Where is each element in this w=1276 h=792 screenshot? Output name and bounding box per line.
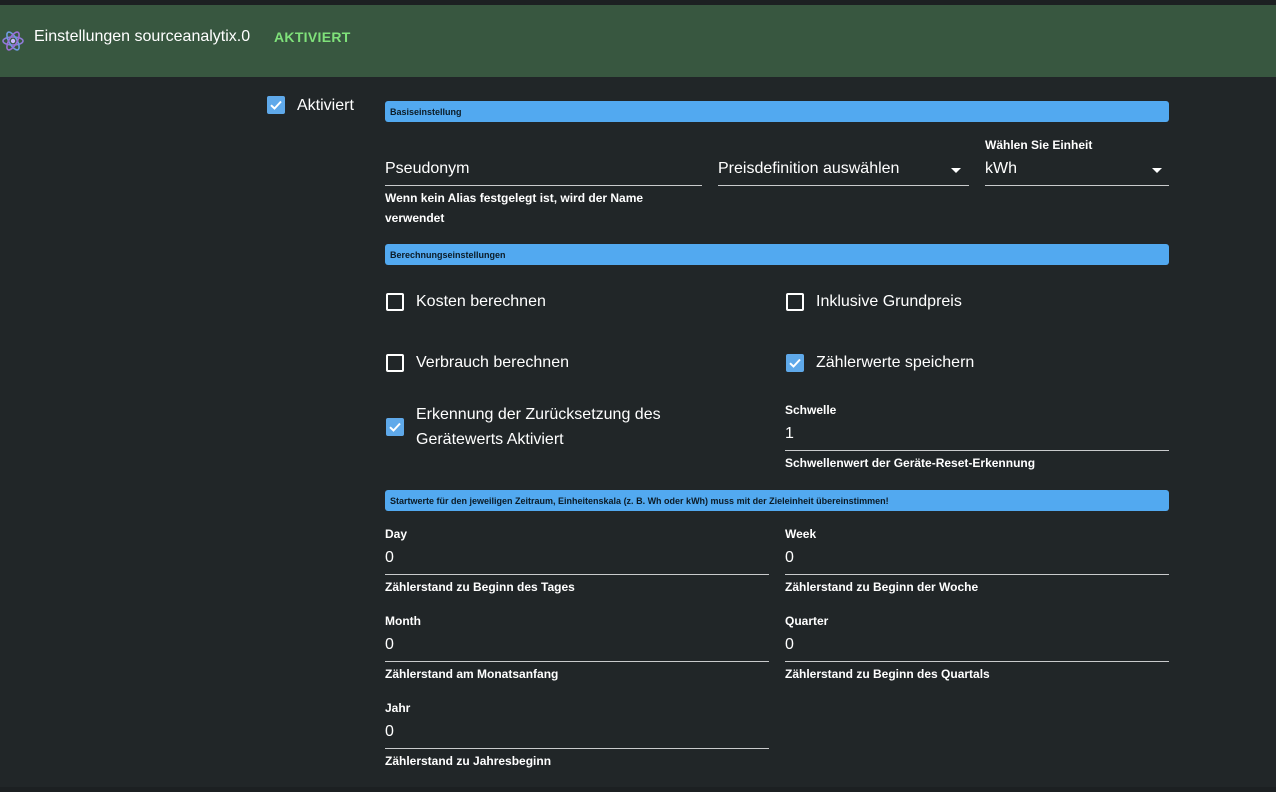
month-label: Month: [385, 614, 421, 628]
week-underline: [785, 574, 1169, 575]
atom-icon: [2, 31, 24, 51]
threshold-helper: Schwellenwert der Geräte-Reset-Erkennung: [785, 456, 1036, 470]
calc-costs-label: Kosten berechnen: [416, 293, 546, 310]
page-title: Einstellungen sourceanalytix.0: [34, 28, 251, 45]
chevron-down-icon[interactable]: [951, 168, 961, 173]
section-basic: Basiseinstellung: [385, 101, 1169, 122]
month-input[interactable]: 0: [385, 636, 394, 654]
quarter-label: Quarter: [785, 614, 829, 628]
year-label: Jahr: [385, 701, 411, 715]
enabled-label: Aktiviert: [297, 97, 354, 114]
unit-underline: [985, 185, 1169, 186]
price-underline: [718, 185, 969, 186]
day-helper: Zählerstand zu Beginn des Tages: [385, 580, 575, 594]
section-start: Startwerte für den jeweiligen Zeitraum, …: [385, 490, 1169, 511]
store-meter-checkbox[interactable]: [786, 354, 804, 372]
unit-select[interactable]: kWh: [985, 160, 1017, 178]
quarter-underline: [785, 661, 1169, 662]
threshold-label: Schwelle: [785, 403, 837, 417]
status-badge: AKTIVIERT: [274, 29, 351, 45]
day-input[interactable]: 0: [385, 549, 394, 567]
week-helper: Zählerstand zu Beginn der Woche: [785, 580, 979, 594]
alias-input[interactable]: Pseudonym: [385, 160, 470, 178]
checkmark-icon: [270, 100, 282, 110]
section-calc: Berechnungseinstellungen: [385, 244, 1169, 265]
header: Einstellungen sourceanalytix.0 AKTIVIERT: [0, 5, 1276, 77]
quarter-helper: Zählerstand zu Beginn des Quartals: [785, 667, 990, 681]
reset-detect-checkbox[interactable]: [386, 418, 404, 436]
threshold-input[interactable]: 1: [785, 425, 794, 443]
enabled-checkbox[interactable]: [267, 96, 285, 114]
incl-base-checkbox[interactable]: [786, 293, 804, 311]
bottom-strip: [0, 787, 1276, 792]
chevron-down-icon[interactable]: [1152, 168, 1162, 173]
calc-costs-checkbox[interactable]: [386, 293, 404, 311]
checkmark-icon: [789, 358, 801, 368]
alias-helper: Wenn kein Alias festgelegt ist, wird der…: [385, 191, 644, 225]
day-label: Day: [385, 527, 408, 541]
quarter-input[interactable]: 0: [785, 636, 794, 654]
checkmark-icon: [389, 422, 401, 432]
unit-label: Wählen Sie Einheit: [985, 138, 1093, 152]
price-select[interactable]: Preisdefinition auswählen: [718, 160, 899, 178]
year-underline: [385, 748, 769, 749]
month-underline: [385, 661, 769, 662]
incl-base-label: Inklusive Grundpreis: [816, 293, 962, 310]
month-helper: Zählerstand am Monatsanfang: [385, 667, 559, 681]
alias-underline: [385, 185, 702, 186]
year-input[interactable]: 0: [385, 723, 394, 741]
threshold-underline: [785, 450, 1169, 451]
store-meter-label: Zählerwerte speichern: [816, 354, 975, 371]
week-input[interactable]: 0: [785, 549, 794, 567]
week-label: Week: [785, 527, 817, 541]
day-underline: [385, 574, 769, 575]
year-helper: Zählerstand zu Jahresbeginn: [385, 754, 552, 768]
calc-consumption-label: Verbrauch berechnen: [416, 354, 569, 371]
calc-consumption-checkbox[interactable]: [386, 354, 404, 372]
reset-detect-label: Erkennung der Zurücksetzung des Gerätewe…: [416, 406, 661, 448]
